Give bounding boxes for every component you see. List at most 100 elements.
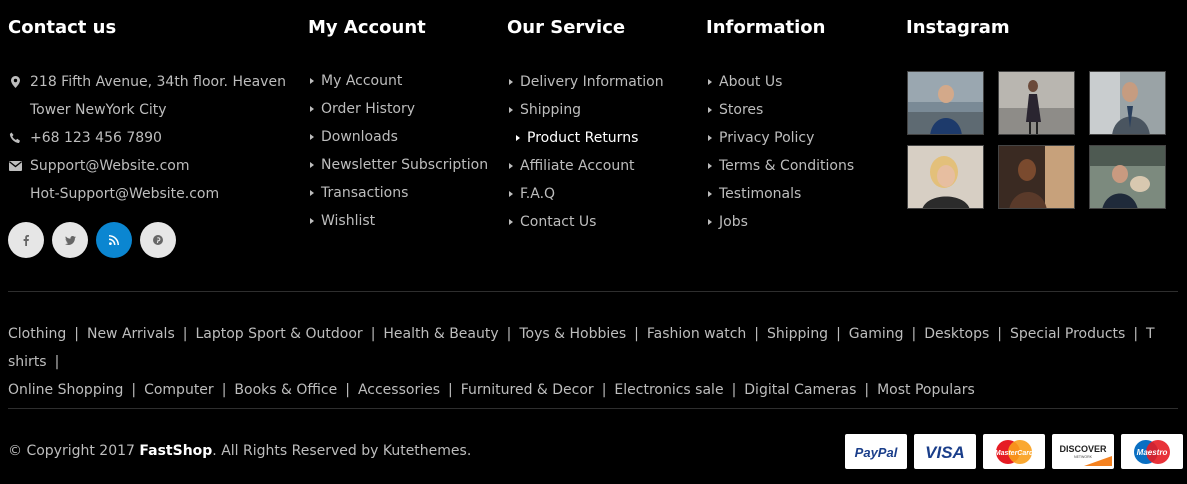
account-link-wishlist[interactable]: Wishlist (308, 207, 498, 235)
maestro-card: Maestro (1121, 434, 1183, 469)
link-label: About Us (719, 74, 783, 90)
account-link-my-account[interactable]: My Account (308, 67, 498, 95)
tag-link[interactable]: Computer (144, 382, 214, 398)
paypal-label: PayPal (855, 445, 898, 460)
service-title: Our Service (507, 17, 626, 38)
tag-link[interactable]: Furnitured & Decor (461, 382, 594, 398)
link-label: Newsletter Subscription (321, 157, 489, 173)
service-link-product-returns[interactable]: Product Returns (507, 124, 697, 152)
social-links (8, 222, 176, 258)
instagram-photo[interactable] (907, 71, 984, 135)
rss-button[interactable] (96, 222, 132, 258)
link-label: Terms & Conditions (719, 158, 855, 174)
phone-line: +68 123 456 7890 (8, 124, 298, 152)
service-link-affiliate[interactable]: Affiliate Account (507, 152, 697, 180)
maestro-icon: Maestro (1134, 439, 1170, 464)
tag-link[interactable]: Shipping (767, 326, 828, 342)
email-text-1[interactable]: Support@Website.com (30, 158, 190, 174)
tag-link[interactable]: Accessories (358, 382, 440, 398)
tag-link[interactable]: Gaming (849, 326, 904, 342)
facebook-icon (23, 234, 29, 246)
phone-text[interactable]: +68 123 456 7890 (30, 130, 162, 146)
account-link-transactions[interactable]: Transactions (308, 179, 498, 207)
service-link-faq[interactable]: F.A.Q (507, 180, 697, 208)
discover-label: DISCOVER (1059, 444, 1107, 454)
tag-link[interactable]: Laptop Sport & Outdoor (195, 326, 362, 342)
discover-icon: DISCOVERNETWORK (1059, 444, 1112, 466)
account-link-newsletter[interactable]: Newsletter Subscription (308, 151, 498, 179)
info-link-terms[interactable]: Terms & Conditions (706, 152, 896, 180)
paypal-icon: PayPal (855, 445, 898, 460)
link-label: Downloads (321, 129, 398, 145)
instagram-photo[interactable] (998, 71, 1075, 135)
instagram-column: Instagram (906, 16, 1176, 73)
tag-separator: | (1133, 326, 1139, 342)
service-link-delivery[interactable]: Delivery Information (507, 68, 697, 96)
info-link-jobs[interactable]: Jobs (706, 208, 896, 236)
info-link-stores[interactable]: Stores (706, 96, 896, 124)
tag-link[interactable]: Fashion watch (647, 326, 746, 342)
tag-separator: | (182, 326, 188, 342)
account-links: My Account Order History Downloads Newsl… (308, 67, 498, 235)
address-text-1: 218 Fifth Avenue, 34th floor. Heaven (30, 74, 286, 90)
tag-separator: | (370, 326, 376, 342)
tag-link[interactable]: Online Shopping (8, 382, 123, 398)
info-link-testimonals[interactable]: Testimonals (706, 180, 896, 208)
link-label: Affiliate Account (520, 158, 635, 174)
phone-icon (8, 124, 22, 152)
divider-bottom (8, 408, 1178, 409)
caret-right-icon (516, 135, 520, 141)
twitter-icon (64, 235, 76, 245)
info-link-about[interactable]: About Us (706, 68, 896, 96)
instagram-grid (907, 71, 1167, 209)
copyright-prefix: © Copyright 2017 (8, 443, 140, 459)
visa-icon: VISA (925, 443, 965, 462)
instagram-photo[interactable] (907, 145, 984, 209)
tag-link[interactable]: Digital Cameras (744, 382, 856, 398)
tag-separator: | (54, 354, 60, 370)
tag-link[interactable]: Clothing (8, 326, 66, 342)
service-column: Our Service Delivery Information Shippin… (507, 16, 697, 236)
pinterest-icon (153, 235, 163, 245)
tag-link[interactable]: Toys & Hobbies (519, 326, 626, 342)
account-title: My Account (308, 17, 426, 38)
caret-right-icon (310, 78, 314, 84)
caret-right-icon (708, 163, 712, 169)
caret-right-icon (509, 219, 513, 225)
link-label: Shipping (520, 102, 582, 118)
tag-link[interactable]: Books & Office (234, 382, 337, 398)
address-line-2: Tower NewYork City (8, 96, 298, 124)
brand-link[interactable]: FastShop (139, 443, 212, 459)
caret-right-icon (708, 107, 712, 113)
copyright-suffix: . All Rights Reserved by Kutethemes. (212, 443, 472, 459)
link-label: Privacy Policy (719, 130, 815, 146)
caret-right-icon (708, 219, 712, 225)
service-links: Delivery Information Shipping Product Re… (507, 68, 697, 236)
email-text-2[interactable]: Hot-Support@Website.com (30, 186, 219, 202)
account-link-order-history[interactable]: Order History (308, 95, 498, 123)
tag-link[interactable]: New Arrivals (87, 326, 175, 342)
link-label: Contact Us (520, 214, 597, 230)
tag-link[interactable]: Electronics sale (614, 382, 723, 398)
tag-link[interactable]: Most Populars (877, 382, 975, 398)
tag-link[interactable]: Health & Beauty (383, 326, 498, 342)
facebook-button[interactable] (8, 222, 44, 258)
link-label: Jobs (719, 214, 748, 230)
tag-link[interactable]: Desktops (924, 326, 989, 342)
tag-row-1: Clothing | New Arrivals | Laptop Sport & Out… (8, 320, 1183, 376)
address-line: 218 Fifth Avenue, 34th floor. Heaven (8, 68, 298, 96)
pinterest-button[interactable] (140, 222, 176, 258)
service-link-shipping[interactable]: Shipping (507, 96, 697, 124)
tag-link[interactable]: Special Products (1010, 326, 1125, 342)
tag-separator: | (634, 326, 639, 342)
instagram-photo[interactable] (1089, 145, 1166, 209)
divider-top (8, 291, 1178, 292)
twitter-button[interactable] (52, 222, 88, 258)
tag-separator: | (448, 382, 453, 398)
instagram-photo[interactable] (1089, 71, 1166, 135)
info-link-privacy[interactable]: Privacy Policy (706, 124, 896, 152)
account-link-downloads[interactable]: Downloads (308, 123, 498, 151)
caret-right-icon (509, 191, 513, 197)
service-link-contact[interactable]: Contact Us (507, 208, 697, 236)
instagram-photo[interactable] (998, 145, 1075, 209)
